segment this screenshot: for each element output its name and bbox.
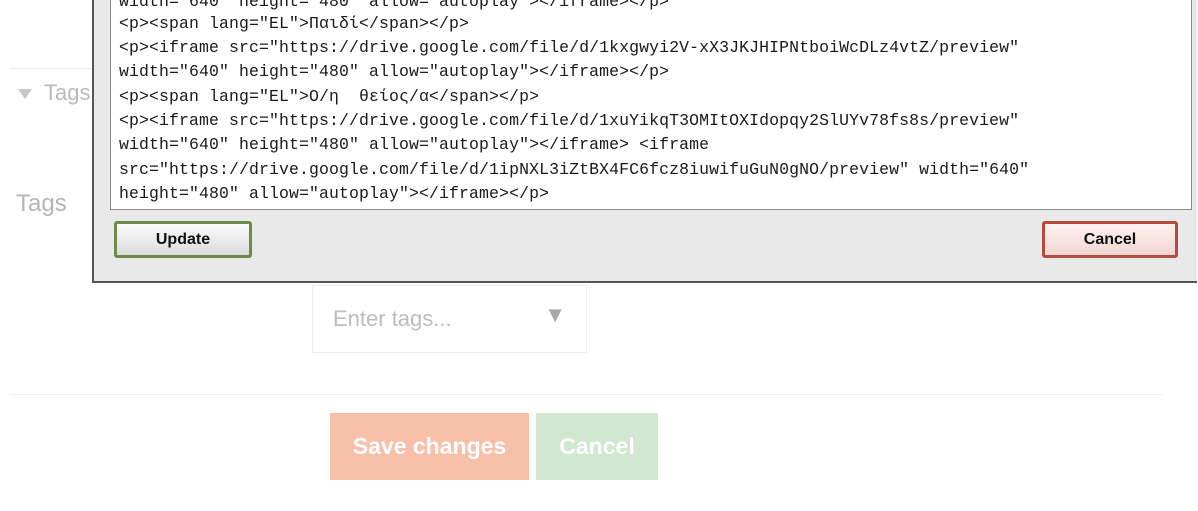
code-line: <p><iframe src="https://drive.google.com… (119, 111, 1020, 130)
form-cancel-button[interactable]: Cancel (536, 413, 658, 480)
code-line: width="640" height="480" allow="autoplay… (119, 135, 710, 154)
save-changes-button[interactable]: Save changes (330, 413, 529, 480)
code-line: src="https://drive.google.com/file/d/1ip… (119, 160, 1030, 179)
code-line: <p><span lang="EL">O/η θείος/α</span></p… (119, 87, 540, 106)
code-line: width="640" height="480" allow="autoplay… (119, 62, 670, 81)
tags-section-title: Tags (44, 80, 91, 105)
editor-cancel-button[interactable]: Cancel (1042, 221, 1178, 258)
tags-input[interactable]: Enter tags... ▼ (312, 285, 587, 353)
html-source-textarea[interactable]: width="640" height="480" allow="autoplay… (110, 0, 1192, 210)
html-editor-panel: width="640" height="480" allow="autoplay… (92, 0, 1197, 283)
code-line: <p><span lang="EL">Παιδί</span></p> (119, 14, 470, 33)
code-line: width="640" height="480" allow="autoplay… (119, 0, 670, 11)
tags-input-placeholder: Enter tags... (333, 306, 452, 331)
collapse-triangle-icon (18, 89, 32, 100)
dropdown-arrow-icon[interactable]: ▼ (544, 302, 566, 328)
tags-field-label: Tags (16, 190, 67, 217)
code-line: height="480" allow="autoplay"></iframe><… (119, 184, 550, 203)
update-button[interactable]: Update (114, 221, 252, 258)
code-line: <p><iframe src="https://drive.google.com… (119, 38, 1020, 57)
form-divider (10, 394, 1162, 395)
tags-section-header[interactable]: Tags (18, 80, 90, 106)
